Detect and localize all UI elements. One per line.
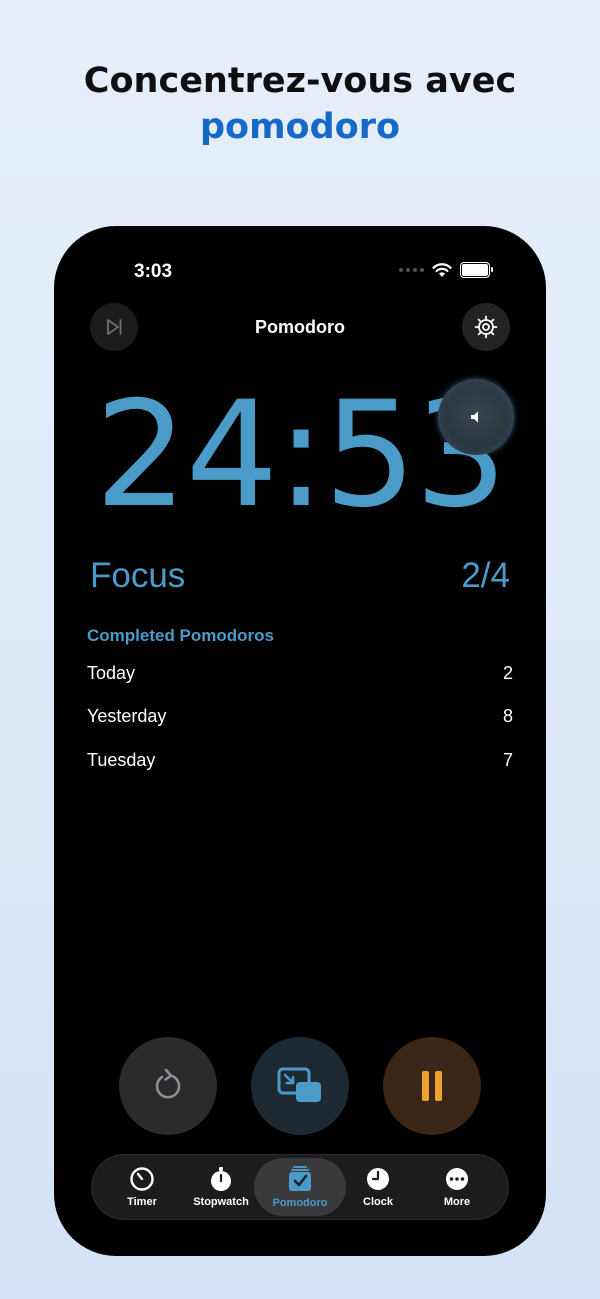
reset-icon xyxy=(155,1068,181,1099)
speaker-icon xyxy=(471,411,478,423)
stat-count: 8 xyxy=(502,706,513,726)
tab-clock[interactable]: Clock xyxy=(336,1154,420,1220)
tab-bar: Timer Stopwatch Pomodoro Clock More xyxy=(91,1154,509,1220)
tab-label: Clock xyxy=(363,1196,393,1208)
clock-icon xyxy=(367,1168,389,1190)
stat-row: Tuesday 7 xyxy=(87,750,513,771)
sound-toggle-button[interactable] xyxy=(438,379,514,455)
tab-pomodoro[interactable]: Pomodoro xyxy=(254,1158,346,1216)
pause-button[interactable] xyxy=(383,1037,481,1135)
session-progress: 2/4 xyxy=(461,556,510,595)
stat-count: 2 xyxy=(502,663,513,683)
timer-icon xyxy=(130,1167,154,1191)
battery-icon xyxy=(460,262,493,278)
tab-label: Timer xyxy=(127,1196,157,1208)
tab-label: Stopwatch xyxy=(193,1196,249,1208)
status-time: 3:03 xyxy=(134,261,173,282)
wifi-icon xyxy=(432,262,452,277)
tab-label: Pomodoro xyxy=(272,1197,328,1209)
more-icon xyxy=(446,1168,468,1190)
tab-stopwatch[interactable]: Stopwatch xyxy=(179,1154,263,1220)
phone-screen: 3:03 Pomodoro 24:53 Focus 2/4 Completed … xyxy=(54,226,546,1256)
status-icons xyxy=(399,262,493,278)
stat-row: Yesterday 8 xyxy=(87,706,513,727)
stat-label: Tuesday xyxy=(87,750,156,770)
headline-line-1: Concentrez-vous avec xyxy=(83,61,517,101)
pomodoro-icon xyxy=(289,1166,311,1191)
tab-more[interactable]: More xyxy=(415,1154,499,1220)
tab-timer[interactable]: Timer xyxy=(100,1154,184,1220)
settings-button[interactable] xyxy=(462,303,510,351)
stat-label: Yesterday xyxy=(87,706,167,726)
stopwatch-icon xyxy=(211,1167,231,1191)
session-mode: Focus xyxy=(90,556,186,595)
stat-count: 7 xyxy=(502,750,513,770)
picture-in-picture-icon xyxy=(277,1067,321,1102)
picture-in-picture-button[interactable] xyxy=(251,1037,349,1135)
reset-button[interactable] xyxy=(119,1037,217,1135)
stat-row: Today 2 xyxy=(87,663,513,684)
gear-icon xyxy=(474,315,498,339)
promo-headline: Concentrez-vous avec pomodoro xyxy=(0,58,600,150)
tab-label: More xyxy=(443,1196,471,1208)
headline-line-2: pomodoro xyxy=(199,107,401,147)
stat-label: Today xyxy=(87,663,136,683)
completed-section-title: Completed Pomodoros xyxy=(87,626,275,645)
signal-icon xyxy=(399,268,424,272)
pause-icon xyxy=(422,1071,442,1101)
